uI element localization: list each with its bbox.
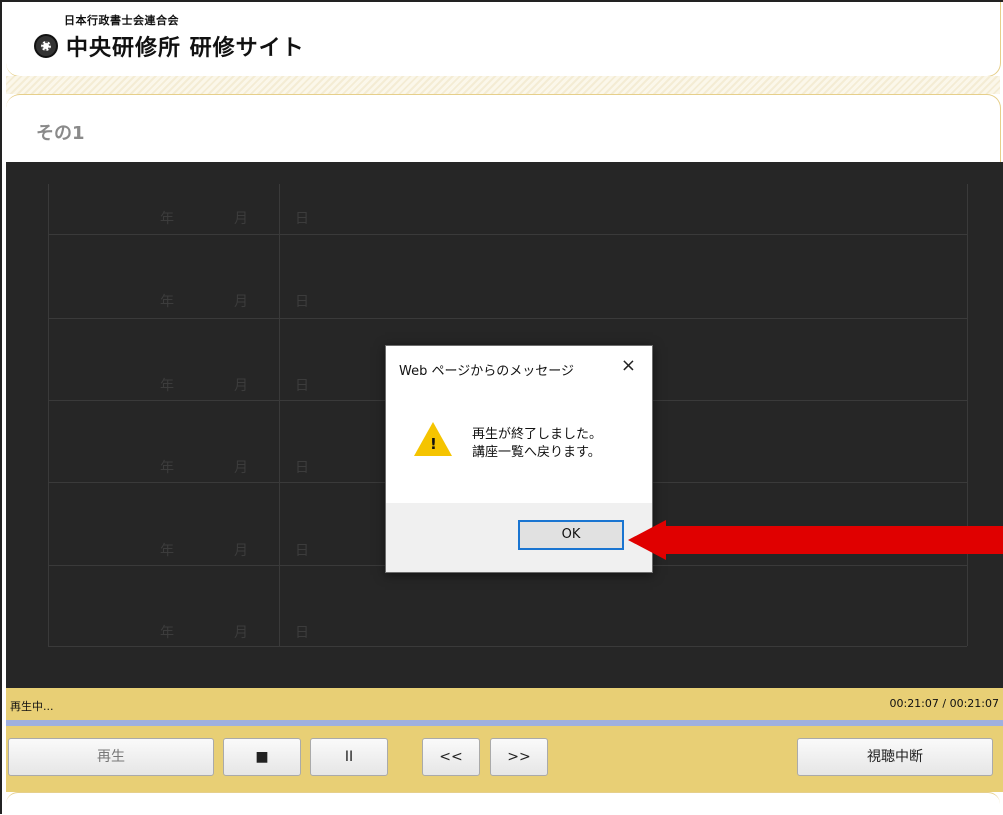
stop-button[interactable]: ■: [223, 738, 301, 776]
table-border-right: [967, 184, 968, 646]
header-stripe: [6, 76, 1000, 94]
day-label: 日: [295, 543, 309, 559]
close-icon[interactable]: ×: [621, 355, 636, 376]
table-row: 年 月 日: [48, 184, 967, 235]
year-label: 年: [160, 460, 174, 476]
warning-exclamation: !: [430, 435, 437, 453]
pause-button[interactable]: II: [310, 738, 388, 776]
month-label: 月: [234, 543, 248, 559]
status-bar: 再生中... 00:21:07 / 00:21:07: [6, 688, 1003, 720]
player-controls: 再生 ■ II << >> 視聴中断: [6, 726, 1003, 792]
month-label: 月: [234, 211, 248, 227]
month-label: 月: [234, 460, 248, 476]
playback-status: 再生中...: [10, 700, 54, 713]
red-arrow-head: [628, 520, 666, 560]
year-label: 年: [160, 211, 174, 227]
day-label: 日: [295, 460, 309, 476]
stop-viewing-button[interactable]: 視聴中断: [797, 738, 993, 776]
table-row: 年 月 日: [48, 566, 967, 647]
ok-button[interactable]: OK: [518, 520, 624, 550]
year-label: 年: [160, 625, 174, 641]
site-header: 日本行政書士会連合会 中央研修所 研修サイト: [6, 2, 1001, 77]
fast-forward-button[interactable]: >>: [490, 738, 548, 776]
play-button[interactable]: 再生: [8, 738, 214, 776]
seal-emblem-icon: [34, 34, 58, 58]
month-label: 月: [234, 378, 248, 394]
day-label: 日: [295, 211, 309, 227]
rewind-button[interactable]: <<: [422, 738, 480, 776]
playback-time: 00:21:07 / 00:21:07: [889, 697, 999, 710]
dialog-title: Web ページからのメッセージ: [399, 364, 574, 379]
section-header: その1: [6, 94, 1001, 163]
section-title: その1: [36, 123, 85, 144]
org-name: 日本行政書士会連合会: [64, 14, 179, 27]
month-label: 月: [234, 625, 248, 641]
day-label: 日: [295, 625, 309, 641]
table-row: 年 月 日: [48, 235, 967, 319]
year-label: 年: [160, 294, 174, 310]
year-label: 年: [160, 378, 174, 394]
message-line-1: 再生が終了しました。: [472, 427, 603, 442]
red-arrow-annotation: [665, 526, 1003, 554]
message-line-2: 講座一覧へ戻ります。: [472, 445, 601, 460]
message-dialog: Web ページからのメッセージ × ! 再生が終了しました。 講座一覧へ戻ります…: [385, 345, 653, 573]
page-footer: [6, 792, 1000, 815]
day-label: 日: [295, 378, 309, 394]
year-label: 年: [160, 543, 174, 559]
site-title: 中央研修所 研修サイト: [66, 35, 305, 61]
month-label: 月: [234, 294, 248, 310]
day-label: 日: [295, 294, 309, 310]
dialog-message: 再生が終了しました。 講座一覧へ戻ります。: [472, 426, 602, 462]
